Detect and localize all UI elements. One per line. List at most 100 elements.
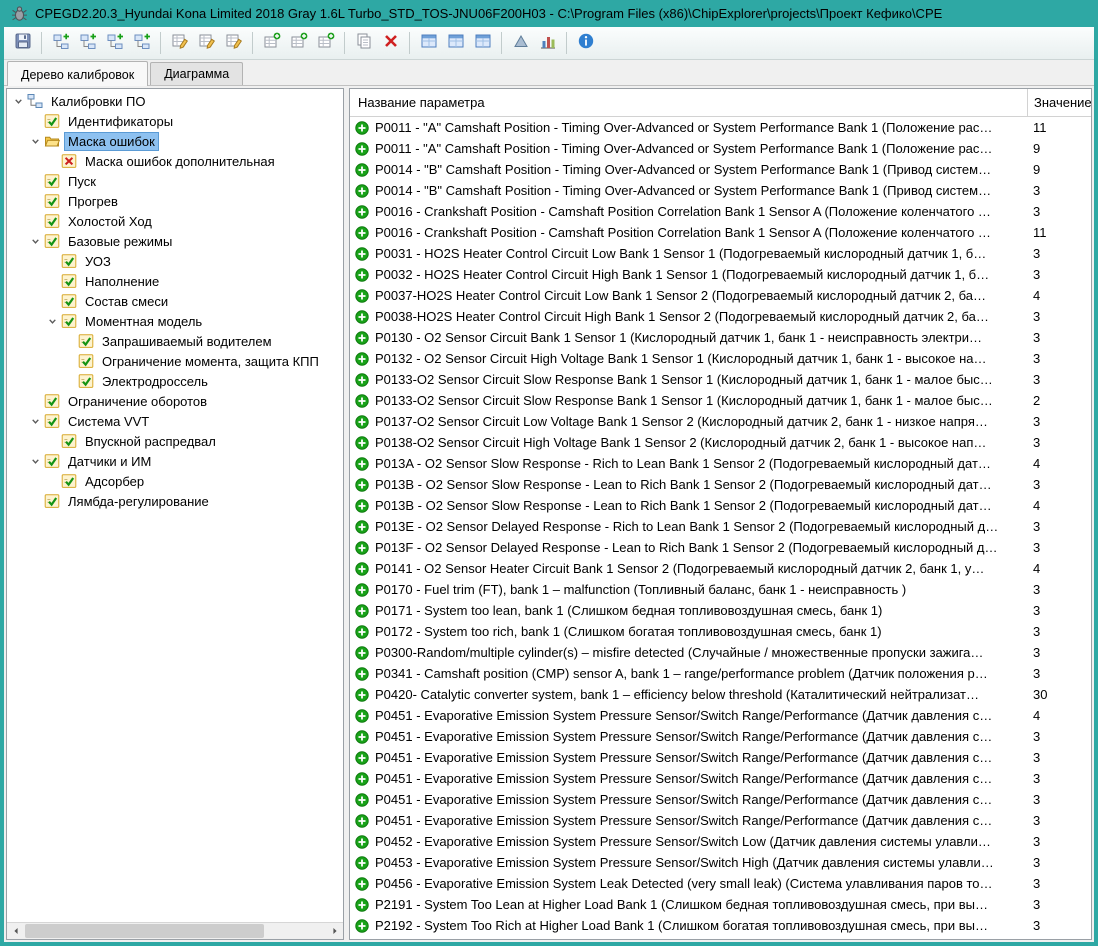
tree-item[interactable]: Идентификаторы (7, 111, 343, 131)
table-row[interactable]: P0451 - Evaporative Emission System Pres… (350, 810, 1091, 831)
tree-item[interactable]: Калибровки ПО (7, 91, 343, 111)
table-row[interactable] (350, 936, 1091, 939)
table-row[interactable]: P0037-HO2S Heater Control Circuit Low Ba… (350, 285, 1091, 306)
tree-item[interactable]: Состав смеси (7, 291, 343, 311)
tab-0[interactable]: Дерево калибровок (7, 61, 148, 86)
table-row[interactable]: P0451 - Evaporative Emission System Pres… (350, 726, 1091, 747)
tree-horizontal-scrollbar[interactable] (7, 922, 343, 939)
tree-item[interactable]: Электродроссель (7, 371, 343, 391)
table-row[interactable]: P0451 - Evaporative Emission System Pres… (350, 768, 1091, 789)
add-map-1-button[interactable] (259, 31, 284, 56)
column-header-name[interactable]: Название параметра (350, 89, 1027, 116)
table-row[interactable]: P0451 - Evaporative Emission System Pres… (350, 705, 1091, 726)
tree-item-label: Датчики и ИМ (65, 453, 154, 470)
table-row[interactable]: P0456 - Evaporative Emission System Leak… (350, 873, 1091, 894)
chevron-down-icon[interactable] (28, 414, 43, 429)
copy-mask-button[interactable] (351, 31, 376, 56)
tree-item[interactable]: Холостой Ход (7, 211, 343, 231)
table-row[interactable]: P0453 - Evaporative Emission System Pres… (350, 852, 1091, 873)
window-view-2-button[interactable] (443, 31, 468, 56)
expand-all-button[interactable] (129, 31, 154, 56)
tree-item[interactable]: УОЗ (7, 251, 343, 271)
table-row[interactable]: P0016 - Crankshaft Position - Camshaft P… (350, 201, 1091, 222)
tree-item[interactable]: Система VVT (7, 411, 343, 431)
chevron-down-icon[interactable] (45, 314, 60, 329)
column-header-value[interactable]: Значение (1027, 89, 1091, 116)
window-view-3-button[interactable] (470, 31, 495, 56)
tree-item[interactable]: Запрашиваемый водителем (7, 331, 343, 351)
info-button[interactable] (573, 31, 598, 56)
table-row[interactable]: P013F - O2 Sensor Delayed Response - Lea… (350, 537, 1091, 558)
table-row[interactable]: P2191 - System Too Lean at Higher Load B… (350, 894, 1091, 915)
tree-item[interactable]: Лямбда-регулирование (7, 491, 343, 511)
table-row[interactable]: P0451 - Evaporative Emission System Pres… (350, 747, 1091, 768)
add-map-3-button[interactable] (313, 31, 338, 56)
table-row[interactable]: P013A - O2 Sensor Slow Response - Rich t… (350, 453, 1091, 474)
table-row[interactable]: P0132 - O2 Sensor Circuit High Voltage B… (350, 348, 1091, 369)
table-row[interactable]: P0420- Catalytic converter system, bank … (350, 684, 1091, 705)
table-row[interactable]: P013B - O2 Sensor Slow Response - Lean t… (350, 474, 1091, 495)
table-row[interactable]: P0171 - System too lean, bank 1 (Слишком… (350, 600, 1091, 621)
tree-item[interactable]: Ограничение оборотов (7, 391, 343, 411)
chevron-down-icon[interactable] (11, 94, 26, 109)
table-row[interactable]: P013B - O2 Sensor Slow Response - Lean t… (350, 495, 1091, 516)
save-button[interactable] (10, 31, 35, 56)
table-row[interactable]: P0038-HO2S Heater Control Circuit High B… (350, 306, 1091, 327)
expand-level-3-button[interactable] (102, 31, 127, 56)
table-row[interactable]: P0011 - "A" Camshaft Position - Timing O… (350, 117, 1091, 138)
tree-item[interactable]: Пуск (7, 171, 343, 191)
tree-item-label: Базовые режимы (65, 233, 175, 250)
window-view-1-button[interactable] (416, 31, 441, 56)
scrollbar-thumb[interactable] (25, 924, 264, 938)
expand-level-1-button[interactable] (48, 31, 73, 56)
expand-level-2-button[interactable] (75, 31, 100, 56)
table-row[interactable]: P0130 - O2 Sensor Circuit Bank 1 Sensor … (350, 327, 1091, 348)
scrollbar-track[interactable] (24, 923, 326, 939)
tree-item[interactable]: Наполнение (7, 271, 343, 291)
chevron-down-icon[interactable] (28, 454, 43, 469)
tree-item[interactable]: Датчики и ИМ (7, 451, 343, 471)
scroll-left-arrow-icon[interactable] (7, 923, 24, 939)
chart-triangle-button[interactable] (508, 31, 533, 56)
table-row[interactable]: P0452 - Evaporative Emission System Pres… (350, 831, 1091, 852)
table-row[interactable]: P0014 - "B" Camshaft Position - Timing O… (350, 159, 1091, 180)
tree-item[interactable]: Маска ошибок (7, 131, 343, 151)
table-row[interactable]: P0031 - HO2S Heater Control Circuit Low … (350, 243, 1091, 264)
tree-item[interactable]: Прогрев (7, 191, 343, 211)
scroll-right-arrow-icon[interactable] (326, 923, 343, 939)
table-row[interactable]: P0141 - O2 Sensor Heater Circuit Bank 1 … (350, 558, 1091, 579)
table-row[interactable]: P0032 - HO2S Heater Control Circuit High… (350, 264, 1091, 285)
table-row[interactable]: P0138-O2 Sensor Circuit High Voltage Ban… (350, 432, 1091, 453)
table-row[interactable]: P0451 - Evaporative Emission System Pres… (350, 789, 1091, 810)
tree-item[interactable]: Адсорбер (7, 471, 343, 491)
parameter-name: P0014 - "B" Camshaft Position - Timing O… (375, 183, 1027, 198)
tree-item[interactable]: Моментная модель (7, 311, 343, 331)
chevron-down-icon[interactable] (28, 234, 43, 249)
table-row[interactable]: P0341 - Camshaft position (CMP) sensor A… (350, 663, 1091, 684)
edit-map-button[interactable] (167, 31, 192, 56)
table-row[interactable]: P0170 - Fuel trim (FT), bank 1 – malfunc… (350, 579, 1091, 600)
table-row[interactable]: P0011 - "A" Camshaft Position - Timing O… (350, 138, 1091, 159)
title-bar[interactable]: CPEGD2.20.3_Hyundai Kona Limited 2018 Gr… (4, 0, 1094, 27)
tree-item[interactable]: Базовые режимы (7, 231, 343, 251)
toolbar-separator (566, 32, 567, 54)
edit-map-2-button[interactable] (194, 31, 219, 56)
table-row[interactable]: P0014 - "B" Camshaft Position - Timing O… (350, 180, 1091, 201)
tree-item[interactable]: Ограничение момента, защита КПП (7, 351, 343, 371)
table-row[interactable]: P0137-O2 Sensor Circuit Low Voltage Bank… (350, 411, 1091, 432)
table-row[interactable]: P2192 - System Too Rich at Higher Load B… (350, 915, 1091, 936)
table-row[interactable]: P013E - O2 Sensor Delayed Response - Ric… (350, 516, 1091, 537)
chevron-down-icon[interactable] (28, 134, 43, 149)
table-row[interactable]: P0016 - Crankshaft Position - Camshaft P… (350, 222, 1091, 243)
table-row[interactable]: P0133-O2 Sensor Circuit Slow Response Ba… (350, 369, 1091, 390)
chart-bars-button[interactable] (535, 31, 560, 56)
add-map-2-button[interactable] (286, 31, 311, 56)
tab-1[interactable]: Диаграмма (150, 62, 243, 85)
table-row[interactable]: P0172 - System too rich, bank 1 (Слишком… (350, 621, 1091, 642)
delete-mask-button[interactable] (378, 31, 403, 56)
tree-item[interactable]: Впускной распредвал (7, 431, 343, 451)
edit-map-3-button[interactable] (221, 31, 246, 56)
table-row[interactable]: P0133-O2 Sensor Circuit Slow Response Ba… (350, 390, 1091, 411)
table-row[interactable]: P0300-Random/multiple cylinder(s) – misf… (350, 642, 1091, 663)
tree-item[interactable]: Маска ошибок дополнительная (7, 151, 343, 171)
